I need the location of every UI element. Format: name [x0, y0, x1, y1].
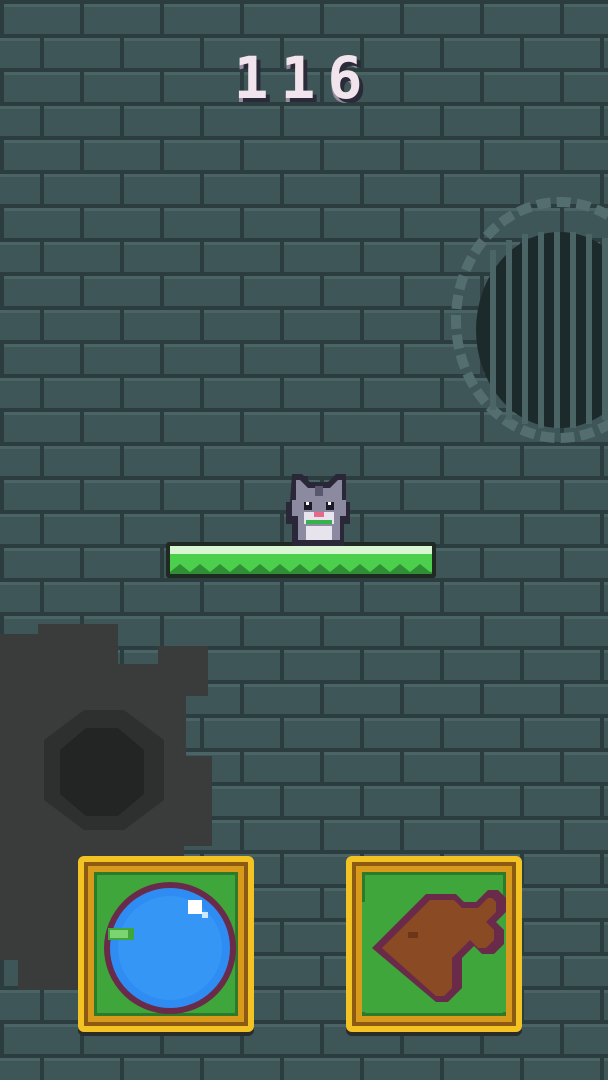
direction-button[interactable] [346, 856, 522, 1032]
bubble-button[interactable] [78, 856, 254, 1032]
green-platform [166, 542, 436, 578]
direction-arrow-icon [362, 890, 506, 1012]
cat-character [286, 474, 350, 546]
game-screen: 116 [0, 0, 608, 1080]
bubble-icon [104, 882, 236, 1014]
score-counter: 116 [233, 44, 375, 112]
